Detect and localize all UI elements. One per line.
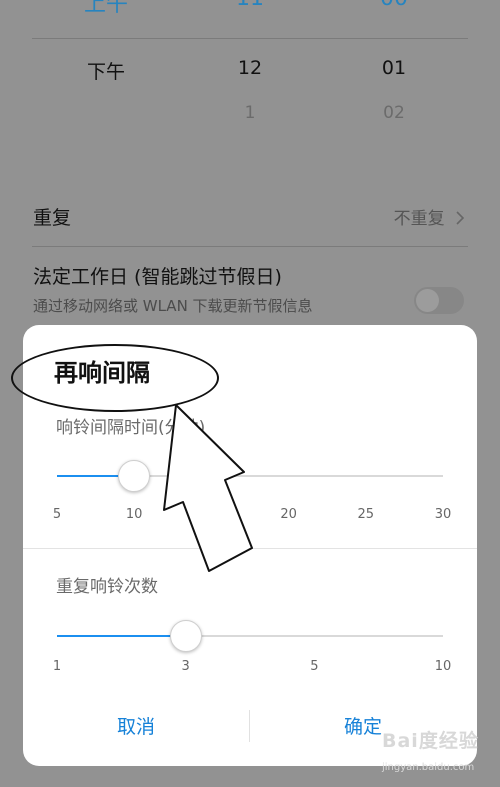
settings-divider — [32, 246, 468, 247]
hour-11: 11 — [236, 0, 264, 11]
snooze-interval-dialog: 再响间隔 响铃间隔时间(分钟) 5 10 15 20 25 30 重复响铃次数 1 3 5 10… — [11, 325, 477, 766]
legal-workday-title: 法定工作日 (智能跳过节假日) — [33, 266, 282, 288]
minute-02: 02 — [383, 103, 405, 123]
repeat-value-button[interactable]: 不重复 — [394, 204, 466, 229]
interval-slider[interactable] — [57, 460, 443, 492]
interval-tick-labels: 5 10 15 20 25 30 — [23, 507, 477, 527]
repeat-count-slider[interactable] — [57, 620, 443, 652]
interval-tick-15: 15 — [203, 507, 220, 522]
interval-tick-5: 5 — [52, 507, 62, 522]
interval-tick-30: 30 — [434, 507, 452, 522]
interval-tick-10: 10 — [125, 507, 143, 522]
minute-01: 01 — [381, 57, 407, 79]
interval-tick-20: 20 — [280, 507, 297, 522]
picker-row-selected[interactable]: 下午 12 01 — [0, 57, 500, 97]
watermark-url: jingyan.baidu.com — [382, 762, 475, 773]
repeat-value: 不重复 — [393, 209, 445, 229]
repeat-label: 重复 — [33, 207, 72, 229]
baidu-watermark: Bai度经验 jingyan.baidu.com — [378, 722, 494, 780]
legal-workday-toggle[interactable] — [414, 287, 464, 314]
repeat-count-tick-1: 1 — [52, 659, 62, 674]
cancel-button[interactable]: 取消 — [23, 695, 249, 755]
hour-12: 12 — [237, 57, 263, 79]
repeat-count-slider-thumb[interactable] — [169, 620, 202, 652]
dialog-section-divider — [23, 548, 477, 549]
repeat-count-slider-fill — [57, 635, 186, 637]
watermark-brand: Bai度经验 — [382, 730, 479, 752]
interval-label: 响铃间隔时间(分钟) — [56, 418, 206, 438]
repeat-count-tick-10: 10 — [434, 659, 452, 674]
period-pm: 下午 — [86, 61, 126, 83]
repeat-count-tick-labels: 1 3 5 10 — [23, 659, 477, 679]
interval-slider-thumb[interactable] — [118, 460, 151, 492]
minute-00: 00 — [380, 0, 408, 11]
picker-row-next[interactable]: 1 02 — [0, 103, 500, 143]
picker-row-previous[interactable]: 上午 11 00 — [0, 0, 500, 26]
period-am: 上午 — [83, 0, 129, 17]
picker-divider — [32, 38, 468, 39]
repeat-count-tick-5: 5 — [310, 659, 319, 674]
repeat-count-label: 重复响铃次数 — [56, 577, 158, 597]
interval-tick-25: 25 — [357, 507, 375, 522]
toggle-knob — [416, 289, 439, 312]
chevron-right-icon — [456, 211, 465, 225]
hour-1: 1 — [244, 103, 256, 123]
repeat-count-tick-3: 3 — [181, 659, 190, 674]
dialog-title: 再响间隔 — [54, 359, 150, 387]
